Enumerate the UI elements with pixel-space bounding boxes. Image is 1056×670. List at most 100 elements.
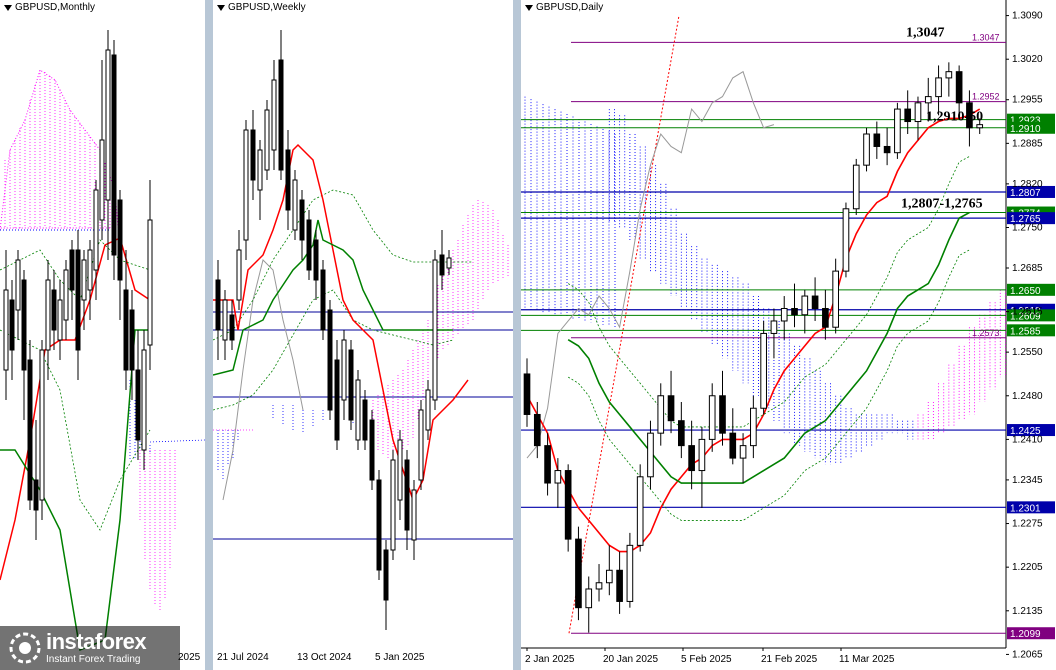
price-tick-label: 1.2955: [1012, 95, 1043, 106]
candle: [976, 124, 984, 129]
candle: [729, 432, 737, 459]
level-label: 1.2573: [972, 328, 1000, 338]
level-tag-text: 1.2910: [1010, 124, 1041, 135]
monthly-panel[interactable]: GBPUSD,Monthly 2025: [0, 0, 205, 670]
price-tick-label: 1.2820: [1012, 179, 1043, 190]
candle: [842, 208, 850, 272]
candle: [657, 395, 665, 434]
candle: [554, 470, 562, 484]
watermark-name: instaforex: [46, 629, 147, 654]
time-tick-label: 11 Mar 2025: [839, 654, 895, 665]
price-tick-label: 1.2615: [1012, 307, 1043, 318]
monthly-chart: [0, 0, 205, 670]
level-tag-text: 1.2099: [1010, 629, 1041, 640]
price-tick-label: 1.2345: [1012, 475, 1043, 486]
candle: [605, 569, 613, 584]
candle: [595, 582, 603, 590]
monthly-kijun: [0, 329, 150, 652]
candle: [750, 407, 757, 447]
candle: [955, 71, 963, 104]
candle: [585, 588, 593, 609]
weekly-panel[interactable]: GBPUSD,Weekly 21 Jul 2024 13 Oct 2024 5 …: [213, 0, 513, 670]
panel-divider[interactable]: [205, 0, 213, 670]
candle: [564, 470, 572, 540]
candle: [698, 438, 706, 472]
dropdown-arrow-icon[interactable]: [4, 4, 12, 11]
candle: [832, 270, 839, 328]
level-tag-text: 1.2301: [1010, 503, 1041, 514]
candle: [636, 476, 644, 546]
candle: [924, 96, 932, 104]
price-tick-label: 1.2750: [1012, 222, 1043, 233]
instaforex-logo-icon: [9, 632, 41, 664]
time-tick-label: 20 Jan 2025: [603, 654, 658, 665]
price-tick-label: 1.3090: [1012, 11, 1043, 22]
dropdown-arrow-icon[interactable]: [217, 4, 225, 11]
candle: [945, 71, 953, 79]
candle: [873, 133, 881, 147]
candle: [863, 133, 870, 166]
candle: [719, 395, 726, 434]
candle: [616, 569, 623, 602]
price-tick-label: 1.2550: [1012, 347, 1043, 358]
weekly-date-label-1: 21 Jul 2024: [217, 652, 269, 663]
panel-divider[interactable]: [513, 0, 521, 670]
level-label: 1.2952: [972, 92, 1000, 102]
price-tick-label: 1.3020: [1012, 54, 1043, 65]
time-tick-label: 2 Jan 2025: [525, 654, 575, 665]
weekly-chikou-line: [222, 259, 304, 501]
time-tick-label: 5 Feb 2025: [681, 654, 732, 665]
price-tick-label: 1.2275: [1012, 519, 1043, 530]
time-tick-label: 21 Feb 2025: [761, 654, 818, 665]
annotation-label: 1,3047: [906, 25, 945, 40]
price-tick-label: 1.2885: [1012, 138, 1043, 149]
price-tick-label: 1.2065: [1012, 649, 1043, 660]
candle: [575, 538, 582, 609]
candle: [904, 108, 912, 123]
candle: [678, 420, 685, 447]
price-tick-label: 1.2480: [1012, 391, 1043, 402]
watermark-tagline: Instant Forex Trading: [46, 654, 141, 665]
candle: [894, 108, 901, 154]
weekly-kijun: [213, 219, 453, 376]
candle: [801, 295, 809, 316]
candle: [852, 164, 860, 210]
candle: [822, 308, 829, 328]
candle: [667, 395, 675, 422]
candle: [883, 145, 891, 154]
annotation-label: 1,2910-50: [926, 109, 983, 124]
monthly-date-label: 2025: [178, 652, 201, 663]
candle: [626, 544, 634, 602]
weekly-date-label-2: 13 Oct 2024: [297, 652, 352, 663]
price-tick-label: 1.2685: [1012, 263, 1043, 274]
weekly-title: GBPUSD,Weekly: [217, 2, 306, 13]
level-tag-text: 1.2650: [1010, 286, 1041, 297]
candle: [708, 395, 716, 440]
candle: [760, 332, 767, 409]
candle: [791, 308, 798, 316]
instaforex-watermark: instaforex Instant Forex Trading: [0, 626, 180, 670]
daily-panel[interactable]: 1.30471.29521.29231.29101.28071.27741.27…: [521, 0, 1056, 670]
candle: [811, 295, 819, 310]
trend-line: [568, 15, 680, 634]
candle: [739, 445, 747, 459]
candle: [688, 445, 695, 472]
price-tick-label: 1.2135: [1012, 606, 1043, 617]
candle: [523, 373, 531, 415]
band-lower: [567, 249, 970, 521]
weekly-band-lower: [213, 289, 454, 411]
daily-title: GBPUSD,Daily: [525, 2, 603, 13]
weekly-chart: [213, 30, 513, 630]
candle: [935, 77, 942, 98]
candle: [770, 320, 778, 334]
candle: [647, 432, 654, 478]
price-tick-label: 1.2205: [1012, 562, 1043, 573]
price-tick-label: 1.2410: [1012, 434, 1043, 445]
candle: [914, 102, 922, 123]
monthly-title: GBPUSD,Monthly: [4, 2, 95, 13]
level-label: 1.3047: [972, 32, 1000, 42]
candle: [544, 445, 551, 484]
dropdown-arrow-icon[interactable]: [525, 4, 533, 11]
annotation-label: 1,2807-1,2765: [901, 197, 983, 212]
weekly-tenkan: [213, 143, 469, 502]
